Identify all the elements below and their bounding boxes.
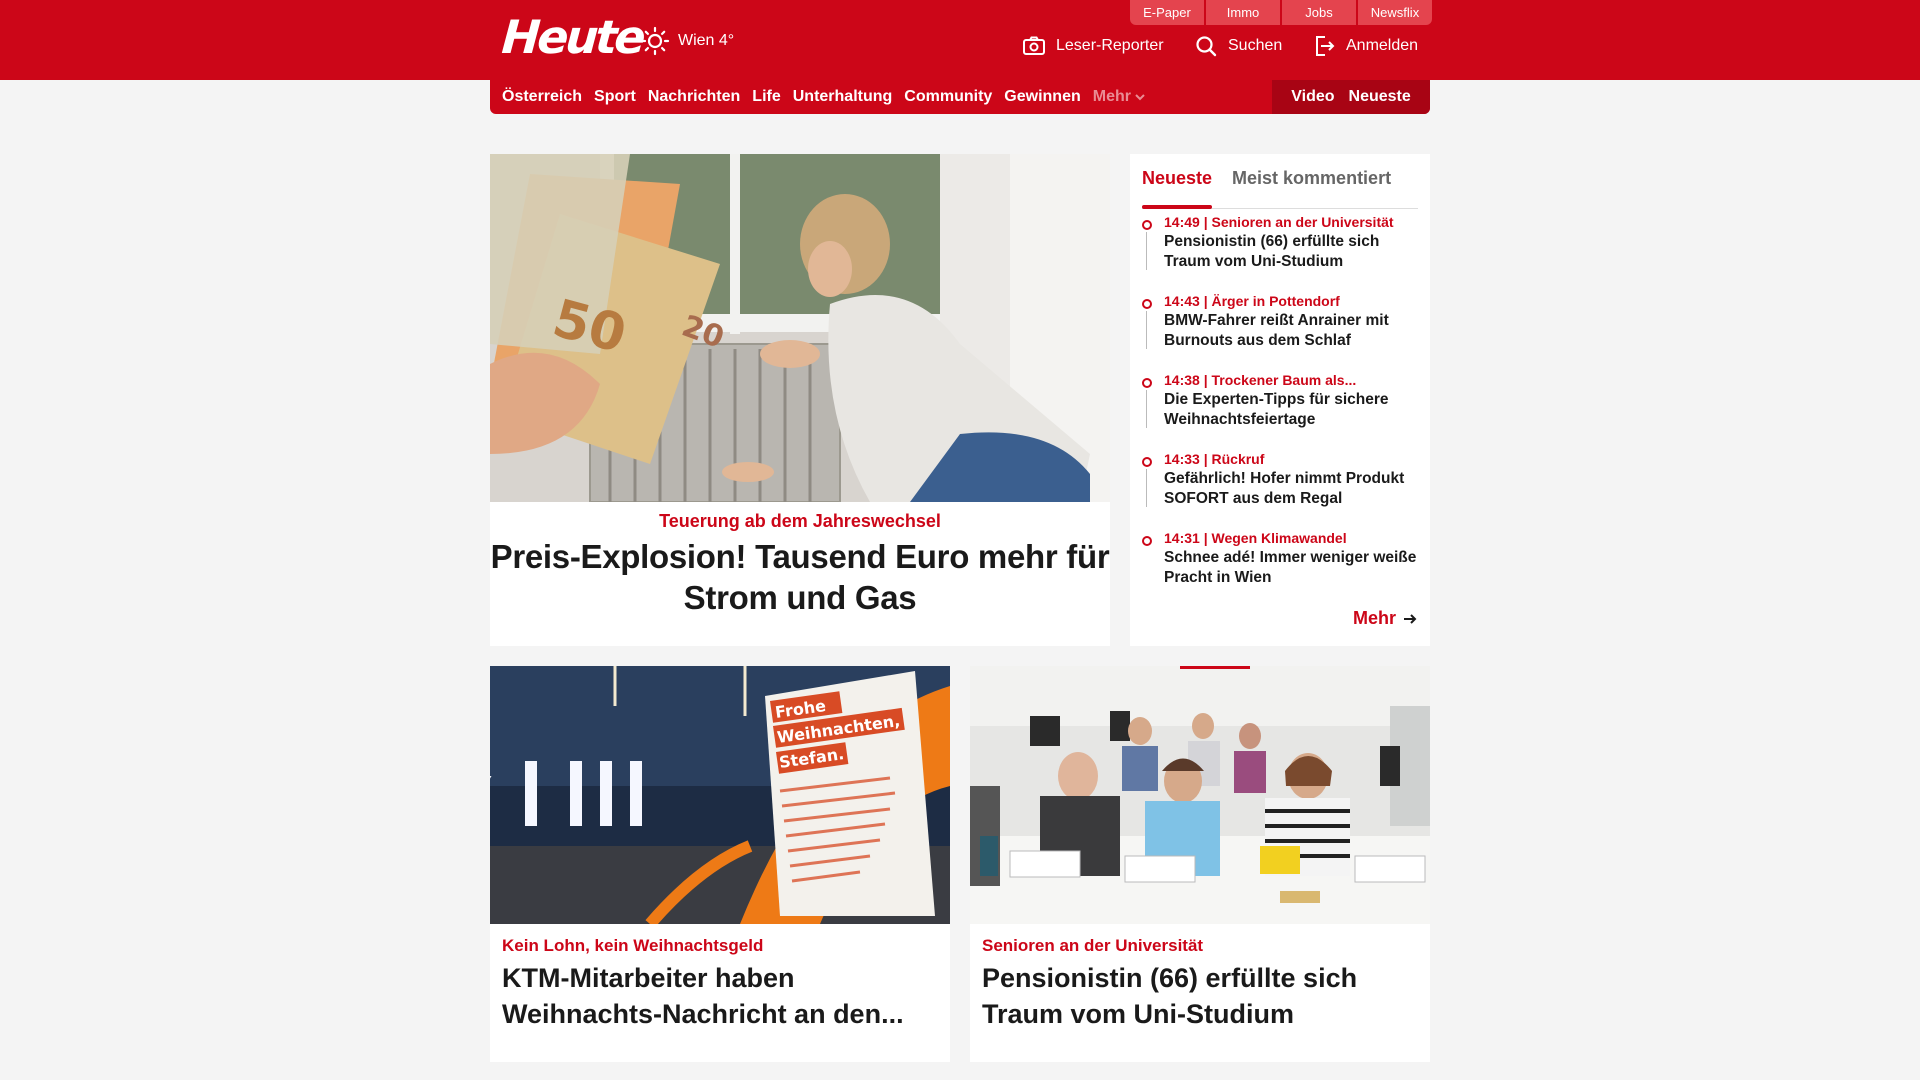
ticker-title[interactable]: Die Experten-Tipps für sichere Weihnacht…: [1164, 390, 1422, 430]
search-label: Suchen: [1228, 37, 1283, 54]
ticker-title[interactable]: BMW-Fahrer reißt Anrainer mit Burnouts a…: [1164, 311, 1422, 351]
top-link-epaper[interactable]: E-Paper: [1130, 0, 1204, 25]
timeline-dot: [1142, 299, 1152, 309]
nav-item-gewinnen[interactable]: Gewinnen: [1004, 87, 1080, 107]
heute-logo[interactable]: Heute: [500, 10, 644, 64]
timeline-line: [1146, 469, 1147, 507]
nav-neueste[interactable]: Neueste: [1349, 88, 1411, 106]
ticker-title[interactable]: Gefährlich! Hofer nimmt Produkt SOFORT a…: [1164, 469, 1422, 509]
login-icon: [1316, 36, 1335, 56]
tab-neueste[interactable]: Neueste: [1142, 164, 1213, 209]
nav-item-life[interactable]: Life: [752, 87, 780, 107]
timeline-dot: [1142, 457, 1152, 467]
ticker-title[interactable]: Pensionistin (66) erfüllte sich Traum vo…: [1164, 232, 1422, 272]
hero-article[interactable]: 50 20 Teuerung ab dem Jahreswechsel Prei…: [490, 154, 1110, 646]
article-card-pensionistin[interactable]: Senioren an der Universität Pensionistin…: [970, 666, 1430, 1062]
nav-right-group: Video Neueste: [1272, 80, 1430, 114]
camera-icon: [1023, 36, 1045, 55]
weather-widget[interactable]: Wien 4°: [640, 26, 734, 56]
hero-headline[interactable]: Preis-Explosion! Tausend Euro mehr für S…: [490, 536, 1110, 618]
tab-meist-kommentiert[interactable]: Meist kommentiert: [1232, 164, 1391, 208]
ticker-item[interactable]: 14:38 | Trockener Baum als... Die Expert…: [1142, 370, 1422, 430]
ticker-feed: 14:49 | Senioren an der Universität Pens…: [1142, 212, 1422, 607]
search-button[interactable]: Suchen: [1194, 34, 1282, 58]
ticker-item[interactable]: 14:43 | Ärger in Pottendorf BMW-Fahrer r…: [1142, 291, 1422, 351]
ticker-meta: 14:31 | Wegen Klimawandel: [1164, 530, 1347, 546]
timeline-line: [1146, 232, 1147, 270]
nav-video[interactable]: Video: [1291, 88, 1334, 106]
nav-item-nachrichten[interactable]: Nachrichten: [648, 87, 740, 107]
login-button[interactable]: Anmelden: [1312, 34, 1418, 58]
ticker-tabs: Neueste Meist kommentiert: [1142, 164, 1418, 209]
hero-kicker: Teuerung ab dem Jahreswechsel: [659, 511, 941, 531]
weather-text: Wien 4°: [678, 32, 735, 49]
nav-more-dropdown[interactable]: Mehr: [1093, 87, 1145, 107]
nav-item-sport[interactable]: Sport: [594, 87, 636, 107]
login-label: Anmelden: [1346, 37, 1419, 54]
article-card-ktm[interactable]: Frohe Weihnachten, Stefan. Kein Lohn, ke…: [490, 666, 950, 1062]
ticker-title[interactable]: Schnee adé! Immer weniger weiße Pracht i…: [1164, 548, 1422, 588]
chevron-down-icon: [1135, 94, 1145, 101]
nav-item-oesterreich[interactable]: Österreich: [502, 87, 582, 107]
ticker-meta: 14:33 | Rückruf: [1164, 451, 1265, 467]
card-kicker: Kein Lohn, kein Weihnachtsgeld: [502, 936, 764, 955]
ticker-item[interactable]: 14:31 | Wegen Klimawandel Schnee adé! Im…: [1142, 528, 1422, 588]
ktm-image[interactable]: Frohe Weihnachten, Stefan.: [490, 666, 950, 924]
timeline-dot: [1142, 220, 1152, 230]
timeline-line: [1146, 311, 1147, 349]
ticker-item[interactable]: 14:33 | Rückruf Gefährlich! Hofer nimmt …: [1142, 449, 1422, 509]
site-header: [0, 0, 1920, 80]
news-ticker: Neueste Meist kommentiert 14:49 | Senior…: [1130, 154, 1430, 646]
sun-icon: [640, 26, 670, 56]
seniors-image[interactable]: [970, 666, 1430, 924]
top-link-newsflix[interactable]: Newsflix: [1358, 0, 1432, 25]
card-headline[interactable]: Pensionistin (66) erfüllte sich Traum vo…: [982, 960, 1412, 1032]
ticker-more-label: Mehr: [1352, 608, 1396, 628]
top-links: E-Paper Immo Jobs Newsflix: [1130, 0, 1432, 25]
ticker-more-link[interactable]: Mehr: [1353, 608, 1418, 629]
leser-reporter-label: Leser-Reporter: [1056, 37, 1164, 54]
ticker-meta: 14:49 | Senioren an der Universität: [1164, 214, 1394, 230]
ticker-item[interactable]: 14:49 | Senioren an der Universität Pens…: [1142, 212, 1422, 272]
ticker-meta: 14:38 | Trockener Baum als...: [1164, 372, 1357, 388]
search-icon: [1196, 36, 1217, 57]
arrow-right-icon: [1404, 613, 1417, 624]
timeline-line: [1146, 390, 1147, 428]
main-nav: Österreich Sport Nachrichten Life Unterh…: [490, 80, 1430, 114]
nav-item-unterhaltung[interactable]: Unterhaltung: [793, 87, 893, 107]
card-kicker: Senioren an der Universität: [982, 936, 1204, 955]
nav-more-label: Mehr: [1092, 88, 1131, 105]
timeline-dot: [1142, 378, 1152, 388]
card-headline[interactable]: KTM-Mitarbeiter haben Weihnachts-Nachric…: [502, 960, 932, 1032]
ticker-meta: 14:43 | Ärger in Pottendorf: [1164, 293, 1340, 309]
top-link-jobs[interactable]: Jobs: [1282, 0, 1356, 25]
top-link-immo[interactable]: Immo: [1206, 0, 1280, 25]
hero-image[interactable]: 50 20: [490, 154, 1110, 502]
nav-item-community[interactable]: Community: [904, 87, 992, 107]
leser-reporter-button[interactable]: Leser-Reporter: [1022, 34, 1164, 58]
timeline-dot: [1142, 536, 1152, 546]
